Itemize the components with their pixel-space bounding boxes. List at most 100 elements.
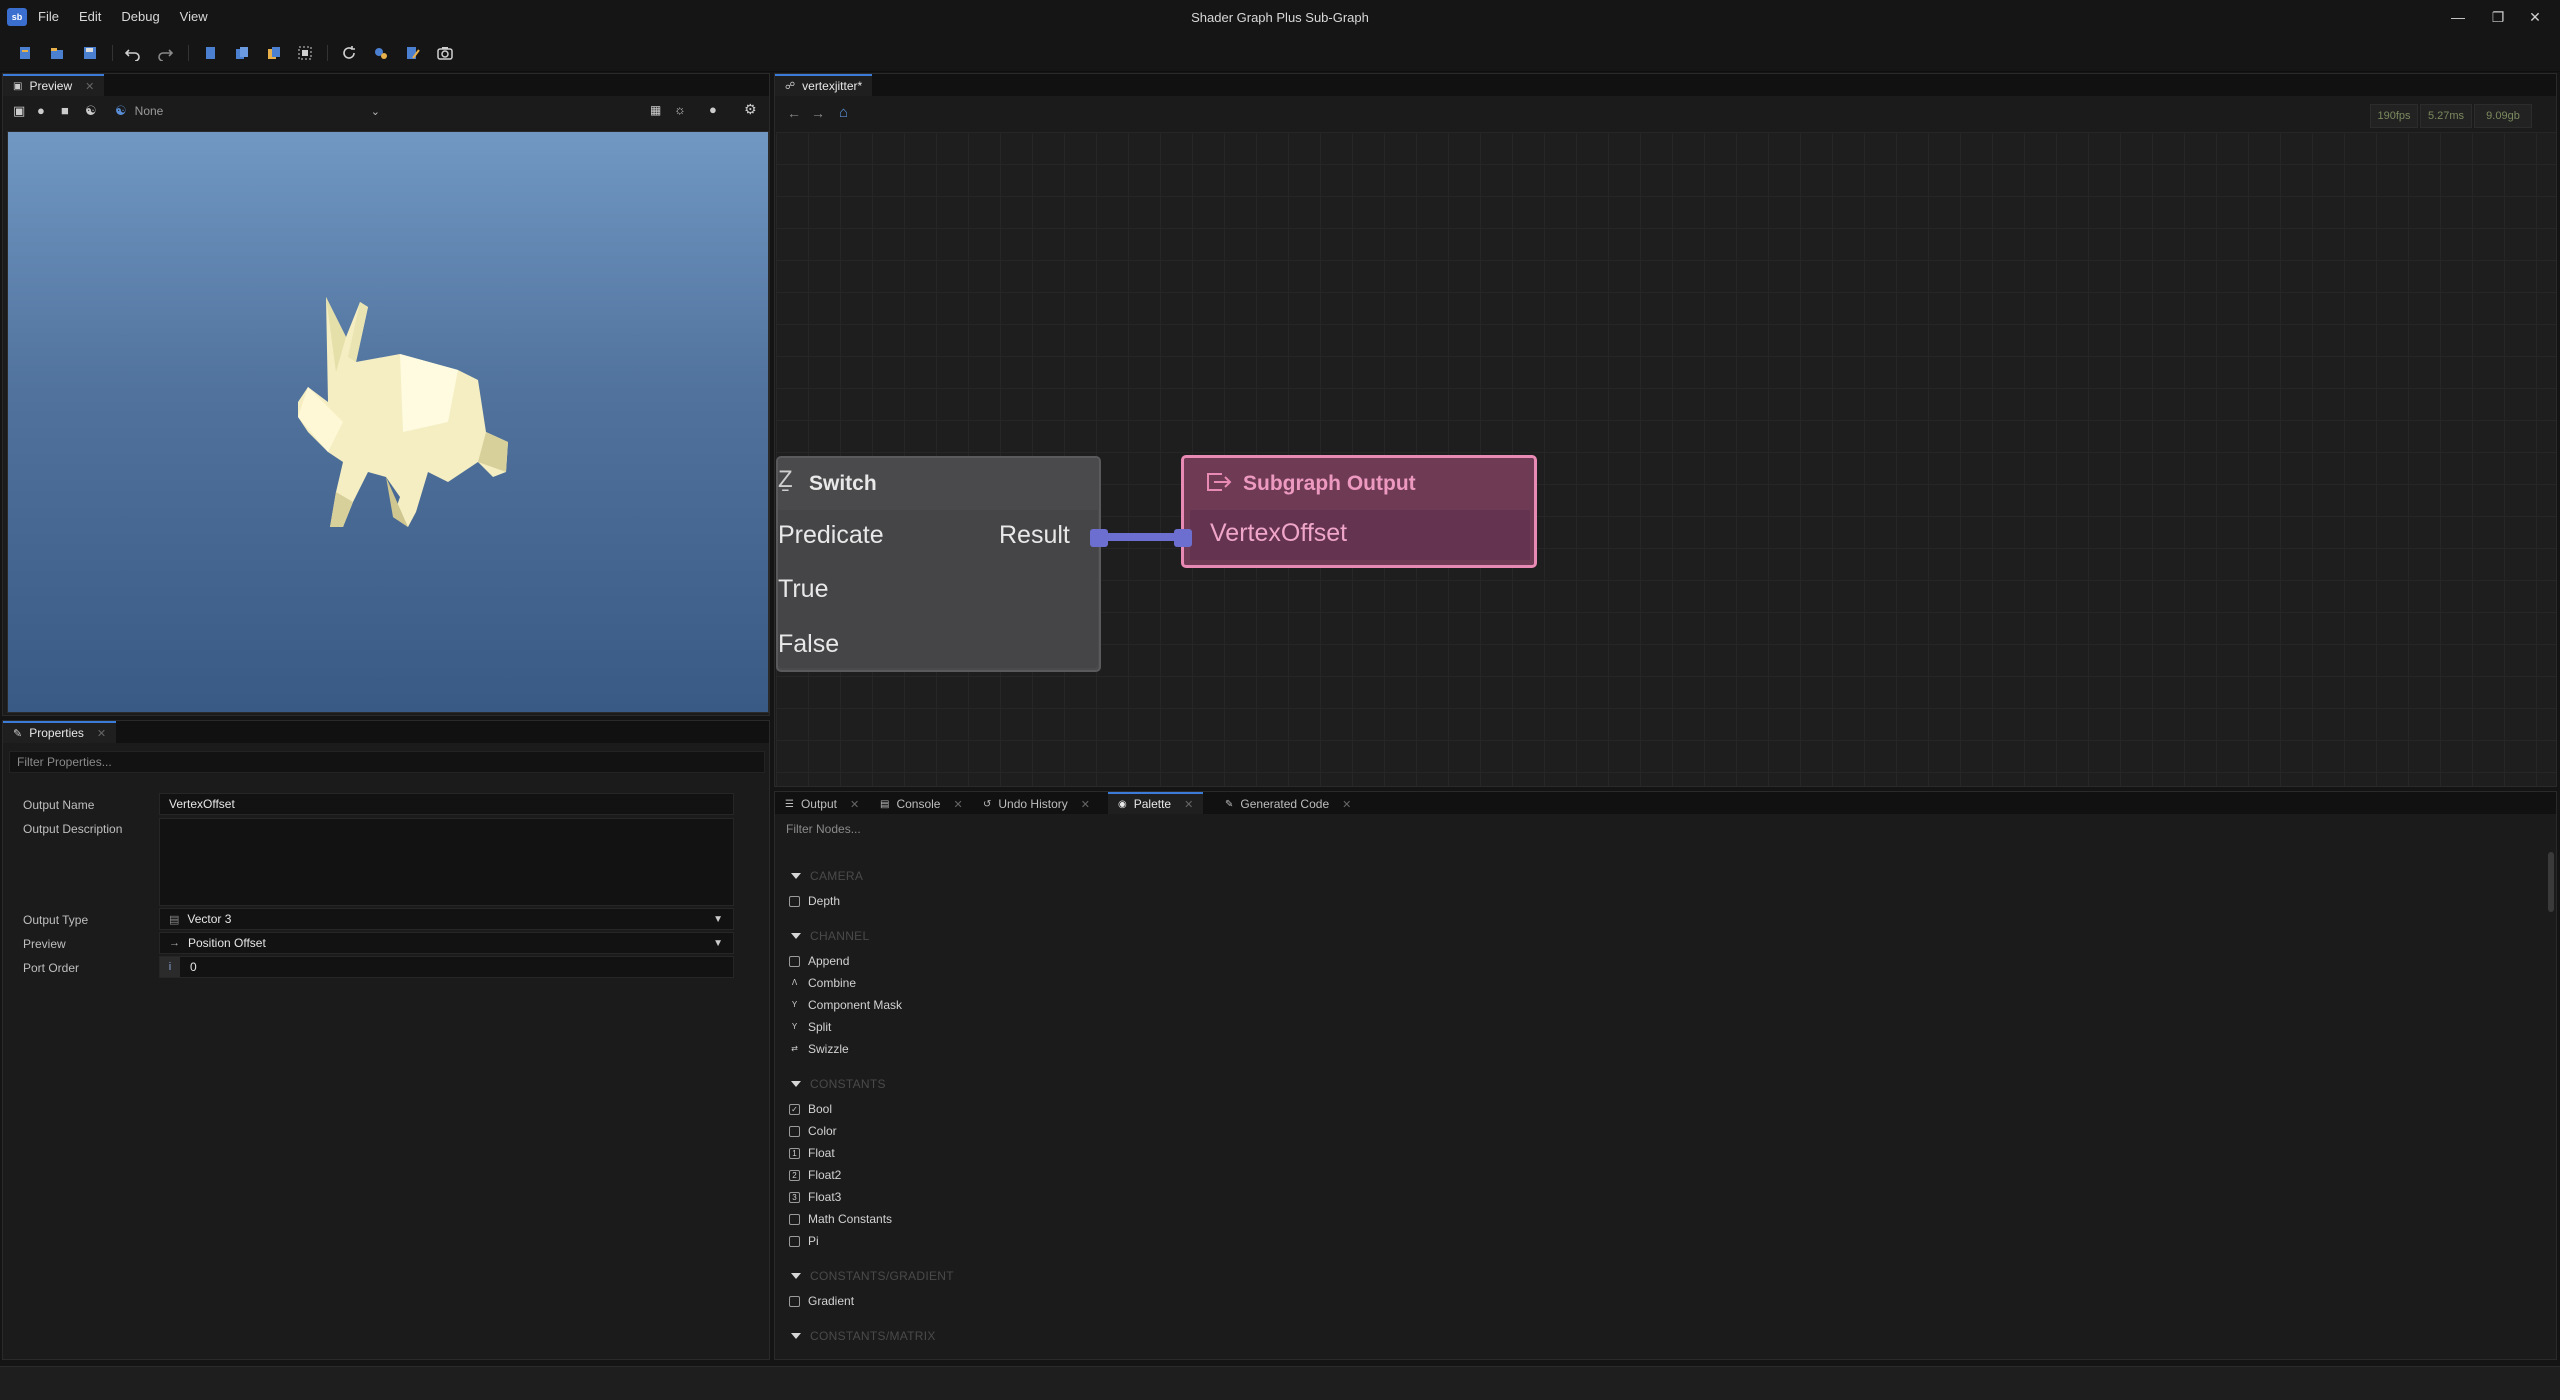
minimize-icon[interactable]: —: [2443, 6, 2473, 28]
category-constants-gradient[interactable]: CONSTANTS/GRADIENT: [791, 1269, 954, 1283]
port-order-value: 0: [190, 960, 197, 974]
switch-node[interactable]: Ẕ Switch Predicate True False Result: [776, 456, 1101, 672]
color-icon: [789, 1125, 800, 1137]
grid-toggle-icon[interactable]: ▦: [650, 103, 661, 117]
close-window-icon[interactable]: ✕: [2520, 6, 2550, 28]
tab-output[interactable]: ☰ Output ✕: [775, 792, 869, 814]
collapse-arrow-icon: [791, 1273, 801, 1279]
gear-icon[interactable]: ⚙: [744, 101, 757, 118]
forward-arrow-icon[interactable]: →: [811, 105, 825, 121]
close-icon[interactable]: ✕: [97, 727, 106, 740]
output-name-field[interactable]: VertexOffset: [159, 793, 734, 815]
menu-edit[interactable]: Edit: [79, 9, 101, 24]
tab-console[interactable]: ▤ Console ✕: [870, 792, 973, 814]
category-constants[interactable]: CONSTANTS: [791, 1077, 886, 1091]
open-folder-icon[interactable]: [46, 42, 68, 64]
node-type-icon: [789, 1213, 800, 1225]
palette-item-bool[interactable]: ✓ Bool: [789, 1102, 832, 1116]
palette-item-component-mask[interactable]: Y Component Mask: [789, 998, 902, 1012]
palette-item-swizzle[interactable]: ⇄ Swizzle: [789, 1042, 849, 1056]
undo-icon[interactable]: [122, 42, 144, 64]
graph-canvas[interactable]: Ẕ Switch Predicate True False Result Sub…: [776, 132, 2556, 786]
close-icon[interactable]: ✕: [850, 798, 859, 811]
copy-icon[interactable]: [199, 42, 221, 64]
palette-item-math-constants[interactable]: Math Constants: [789, 1212, 892, 1226]
edit-icon[interactable]: [402, 42, 424, 64]
palette-item-depth[interactable]: Depth: [789, 894, 840, 908]
palette-item-float2[interactable]: 2 Float2: [789, 1168, 841, 1182]
category-camera[interactable]: CAMERA: [791, 869, 863, 883]
save-icon[interactable]: [79, 42, 101, 64]
pencil-icon: ✎: [1225, 798, 1234, 810]
new-file-icon[interactable]: [14, 42, 36, 64]
home-icon[interactable]: ⌂: [839, 104, 848, 121]
palette-item-pi[interactable]: Pi: [789, 1234, 819, 1248]
tab-vertexjitter[interactable]: ☍ vertexjitter*: [775, 74, 873, 96]
duplicate-icon[interactable]: [263, 42, 285, 64]
light-source-icon[interactable]: ☼: [674, 102, 686, 117]
port-true[interactable]: True: [778, 575, 828, 604]
close-icon[interactable]: ✕: [1081, 798, 1090, 811]
output-type-select[interactable]: ▤ Vector 3 ▼: [159, 908, 734, 930]
palette-item-label: Swizzle: [808, 1042, 849, 1056]
filter-nodes-input[interactable]: Filter Nodes...: [775, 817, 2556, 841]
back-arrow-icon[interactable]: ←: [787, 105, 801, 121]
close-icon[interactable]: ✕: [1184, 798, 1193, 811]
palette-item-label: Append: [808, 954, 850, 968]
category-constants-matrix[interactable]: CONSTANTS/MATRIX: [791, 1329, 936, 1343]
redo-icon[interactable]: [154, 42, 176, 64]
preview-select[interactable]: → Position Offset ▼: [159, 932, 734, 954]
palette-item-float[interactable]: 1 Float: [789, 1146, 835, 1160]
port-predicate[interactable]: Predicate: [778, 521, 884, 550]
output-description-field[interactable]: [159, 818, 734, 906]
tab-properties-label: Properties: [29, 726, 84, 740]
palette-item-split[interactable]: Y Split: [789, 1020, 832, 1034]
port-result[interactable]: Result: [999, 521, 1070, 550]
close-icon[interactable]: ✕: [1342, 798, 1351, 811]
palette-item-color[interactable]: Color: [789, 1124, 837, 1138]
filter-properties-input[interactable]: Filter Properties...: [9, 751, 765, 773]
refresh-icon[interactable]: [338, 42, 360, 64]
palette-item-float3[interactable]: 3 Float3: [789, 1190, 841, 1204]
palette-scrollbar[interactable]: [2548, 852, 2554, 912]
input-port-dot[interactable]: [1174, 529, 1192, 547]
menu-debug[interactable]: Debug: [121, 9, 159, 24]
model-select[interactable]: ☯ None ⌄: [115, 101, 380, 121]
menu-file[interactable]: File: [38, 9, 59, 24]
palette-item-append[interactable]: Append: [789, 954, 849, 968]
cube-icon[interactable]: ■: [61, 103, 69, 118]
menu-view[interactable]: View: [180, 9, 208, 24]
fit-view-icon[interactable]: ▣: [13, 103, 25, 119]
palette-item-label: Float3: [808, 1190, 842, 1204]
port-false[interactable]: False: [778, 630, 839, 659]
paste-icon[interactable]: [231, 42, 253, 64]
figure-icon[interactable]: ☯: [85, 103, 97, 119]
close-icon[interactable]: ✕: [85, 80, 94, 93]
category-channel[interactable]: CHANNEL: [791, 929, 869, 943]
port-order-field[interactable]: i 0: [159, 956, 734, 978]
tab-preview[interactable]: ▣ Preview ✕: [3, 74, 105, 96]
graph-nav-bar: ← → ⌂: [775, 97, 2556, 131]
tab-undo-history-label: Undo History: [998, 797, 1068, 811]
tab-palette[interactable]: ◉ Palette ✕: [1108, 792, 1204, 814]
switch-node-title: Switch: [809, 472, 877, 495]
tab-undo-history[interactable]: ↺ Undo History ✕: [973, 792, 1100, 814]
restore-icon[interactable]: ❐: [2483, 6, 2513, 28]
palette-item-gradient[interactable]: Gradient: [789, 1294, 854, 1308]
lightbulb-icon[interactable]: ●: [709, 102, 717, 117]
tab-generated-code[interactable]: ✎ Generated Code ✕: [1215, 792, 1361, 814]
subgraph-output-node[interactable]: Subgraph Output VertexOffset: [1181, 455, 1537, 568]
output-port-dot[interactable]: [1090, 529, 1108, 547]
combine-icon: Λ: [791, 977, 798, 987]
sphere-icon[interactable]: ●: [37, 103, 45, 118]
frametime-readout: 5.27ms: [2420, 104, 2472, 128]
checkbox-icon: ✓: [789, 1103, 800, 1115]
compile-icon[interactable]: [370, 42, 392, 64]
port-vertexoffset[interactable]: VertexOffset: [1210, 519, 1347, 548]
screenshot-icon[interactable]: [434, 42, 456, 64]
palette-item-combine[interactable]: Λ Combine: [789, 976, 856, 990]
close-icon[interactable]: ✕: [953, 798, 962, 811]
select-all-icon[interactable]: [294, 42, 316, 64]
tab-properties[interactable]: ✎ Properties ✕: [3, 721, 117, 743]
preview-viewport[interactable]: [7, 131, 769, 713]
